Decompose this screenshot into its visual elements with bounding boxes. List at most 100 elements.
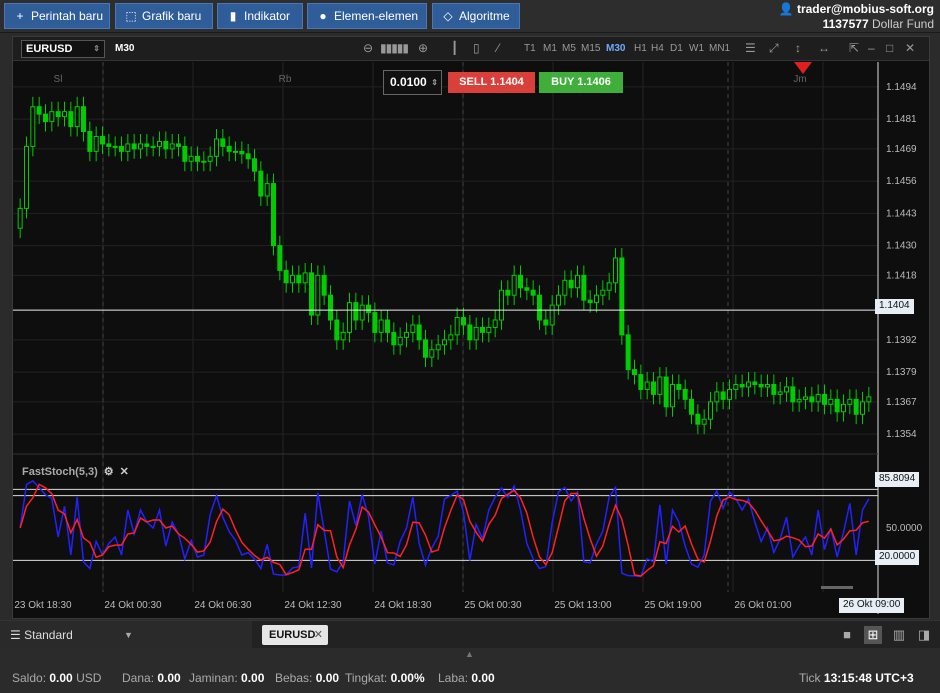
candle-body <box>841 403 846 413</box>
stochastic-name: FastStoch(5,3) <box>22 466 98 478</box>
jaminan-value: 0.00 <box>241 671 265 685</box>
chart-tab-eurusd[interactable]: EURUSD ✕ <box>262 625 328 645</box>
elements-label: Elemen-elemen <box>334 9 419 23</box>
candle-body <box>125 143 131 152</box>
candle-body <box>834 398 840 413</box>
jaminan-field: Jaminan: 0.00 <box>189 671 264 685</box>
vertical-line-icon[interactable]: ↕ <box>795 41 801 55</box>
bebas-field: Bebas: 0.00 <box>275 671 339 685</box>
timeframe-d1[interactable]: D1 <box>670 43 683 54</box>
price-tick-label: 1.1430 <box>886 241 917 252</box>
algorithm-button[interactable]: ◇ Algoritme <box>432 3 520 29</box>
timeframe-m5[interactable]: M5 <box>562 43 576 54</box>
dana-field: Dana: 0.00 <box>122 671 181 685</box>
maximize-icon[interactable]: □ <box>886 41 893 55</box>
candle-body <box>448 334 454 341</box>
candle-body <box>663 376 669 408</box>
candle-body <box>600 289 606 296</box>
candle-body <box>182 145 188 162</box>
layout-horizontal-icon[interactable]: ◨ <box>915 626 933 644</box>
timeframe-mn1[interactable]: MN1 <box>709 43 730 54</box>
candle-body <box>524 287 530 291</box>
sell-button[interactable]: SELL 1.1404 <box>448 72 535 93</box>
zoom-slider[interactable]: ▮▮▮▮▮ <box>380 41 409 55</box>
trendline-icon[interactable]: ⤢ <box>769 41 779 56</box>
zoom-in-icon[interactable]: ⊕ <box>418 41 428 55</box>
price-chart[interactable]: 1.1494 1.1481 1.1469 1.1456 1.1443 1.1430 1.14… <box>13 62 929 618</box>
account-user: trader@mobius-soft.org <box>796 2 934 16</box>
timeframe-h4[interactable]: H4 <box>651 43 664 54</box>
candle-body <box>195 155 200 162</box>
timeframe-m30[interactable]: M30 <box>606 43 625 54</box>
symbol-selector[interactable]: EURUSD ⇕ <box>21 40 105 58</box>
algorithm-label: Algoritme <box>459 9 510 23</box>
spinner-icon: ⇕ <box>93 44 100 53</box>
sell-label: SELL <box>459 76 488 88</box>
timeframe-t1[interactable]: T1 <box>524 43 536 54</box>
candle-body <box>771 383 777 395</box>
candle-body <box>315 274 321 316</box>
candle-body <box>473 326 479 341</box>
laba-field: Laba: 0.00 <box>438 671 495 685</box>
time-tick-label: 24 Okt 06:30 <box>194 600 252 611</box>
indicators-menu-icon[interactable]: ☰ <box>745 41 756 55</box>
close-tab-icon[interactable]: ✕ <box>314 625 323 645</box>
timeframe-m15[interactable]: M15 <box>581 43 600 54</box>
gear-icon[interactable]: ⚙ <box>104 466 114 478</box>
time-tick-label: 25 Okt 00:30 <box>464 600 522 611</box>
candle-body <box>188 155 194 162</box>
layout-grid-icon[interactable]: ⊞ <box>864 626 882 644</box>
minimize-icon[interactable]: – <box>868 41 875 55</box>
remove-indicator-icon[interactable]: ✕ <box>120 466 129 478</box>
account-number: 1137577 <box>822 17 869 31</box>
candle-body <box>822 393 827 405</box>
bar-chart-icon[interactable]: ┃ <box>451 41 458 55</box>
account-info[interactable]: 👤 trader@mobius-soft.org 1137577 Dollar … <box>779 2 934 32</box>
collapse-panel-icon[interactable]: ▲ <box>465 649 474 659</box>
indicator-button[interactable]: ▮ Indikator <box>217 3 303 29</box>
candle-body <box>784 386 789 393</box>
close-icon[interactable]: ✕ <box>905 41 915 55</box>
candle-body <box>530 289 536 296</box>
candle-body <box>404 331 409 338</box>
candle-body <box>347 302 352 333</box>
timezone[interactable]: UTC+3 <box>875 671 913 685</box>
saldo-label: Saldo: <box>12 671 47 685</box>
layout-selector[interactable]: ☰ Standard ▼ <box>0 621 252 649</box>
candle-body <box>226 145 232 152</box>
candle-body <box>556 294 561 306</box>
timeframe-h1[interactable]: H1 <box>634 43 647 54</box>
account-fund: Dollar Fund <box>871 17 934 31</box>
time-cursor-tag: 26 Okt 09:00 <box>839 598 905 613</box>
candle-body <box>828 398 834 405</box>
candle-body <box>334 319 340 341</box>
zoom-out-icon[interactable]: ⊖ <box>363 41 373 55</box>
timeframe-m1[interactable]: M1 <box>543 43 557 54</box>
horizontal-scrollbar <box>821 586 853 589</box>
candle-body <box>283 269 289 284</box>
layout-vertical-icon[interactable]: ▥ <box>890 626 908 644</box>
popout-icon[interactable]: ⇱ <box>849 41 859 55</box>
candle-body <box>442 339 447 346</box>
candle-body <box>49 111 55 123</box>
price-tick-label: 1.1367 <box>886 397 917 408</box>
candle-body <box>43 113 48 123</box>
candle-body <box>695 413 701 425</box>
new-chart-button[interactable]: ⬚ Grafik baru <box>115 3 213 29</box>
new-order-button[interactable]: + Perintah baru <box>4 3 110 29</box>
candle-body <box>670 383 675 408</box>
line-chart-icon[interactable]: ⁄ <box>497 41 499 55</box>
lot-value: 0.0100 <box>390 75 427 89</box>
current-price-tag: 1.1404 <box>875 299 914 314</box>
horizontal-line-icon[interactable]: ↔ <box>818 41 830 55</box>
lot-size-input[interactable]: 0.0100 ⇕ <box>383 70 442 95</box>
timeframe-w1[interactable]: W1 <box>689 43 704 54</box>
candle-chart-icon[interactable]: ▯ <box>473 41 480 55</box>
layout-single-icon[interactable]: ■ <box>838 626 856 644</box>
candle-body <box>803 396 808 400</box>
elements-button[interactable]: ● Elemen-elemen <box>307 3 427 29</box>
buy-button[interactable]: BUY 1.1406 <box>539 72 623 93</box>
candle-body <box>790 386 796 403</box>
price-tick-label: 1.1481 <box>886 114 917 125</box>
price-tick-label: 1.1379 <box>886 367 917 378</box>
